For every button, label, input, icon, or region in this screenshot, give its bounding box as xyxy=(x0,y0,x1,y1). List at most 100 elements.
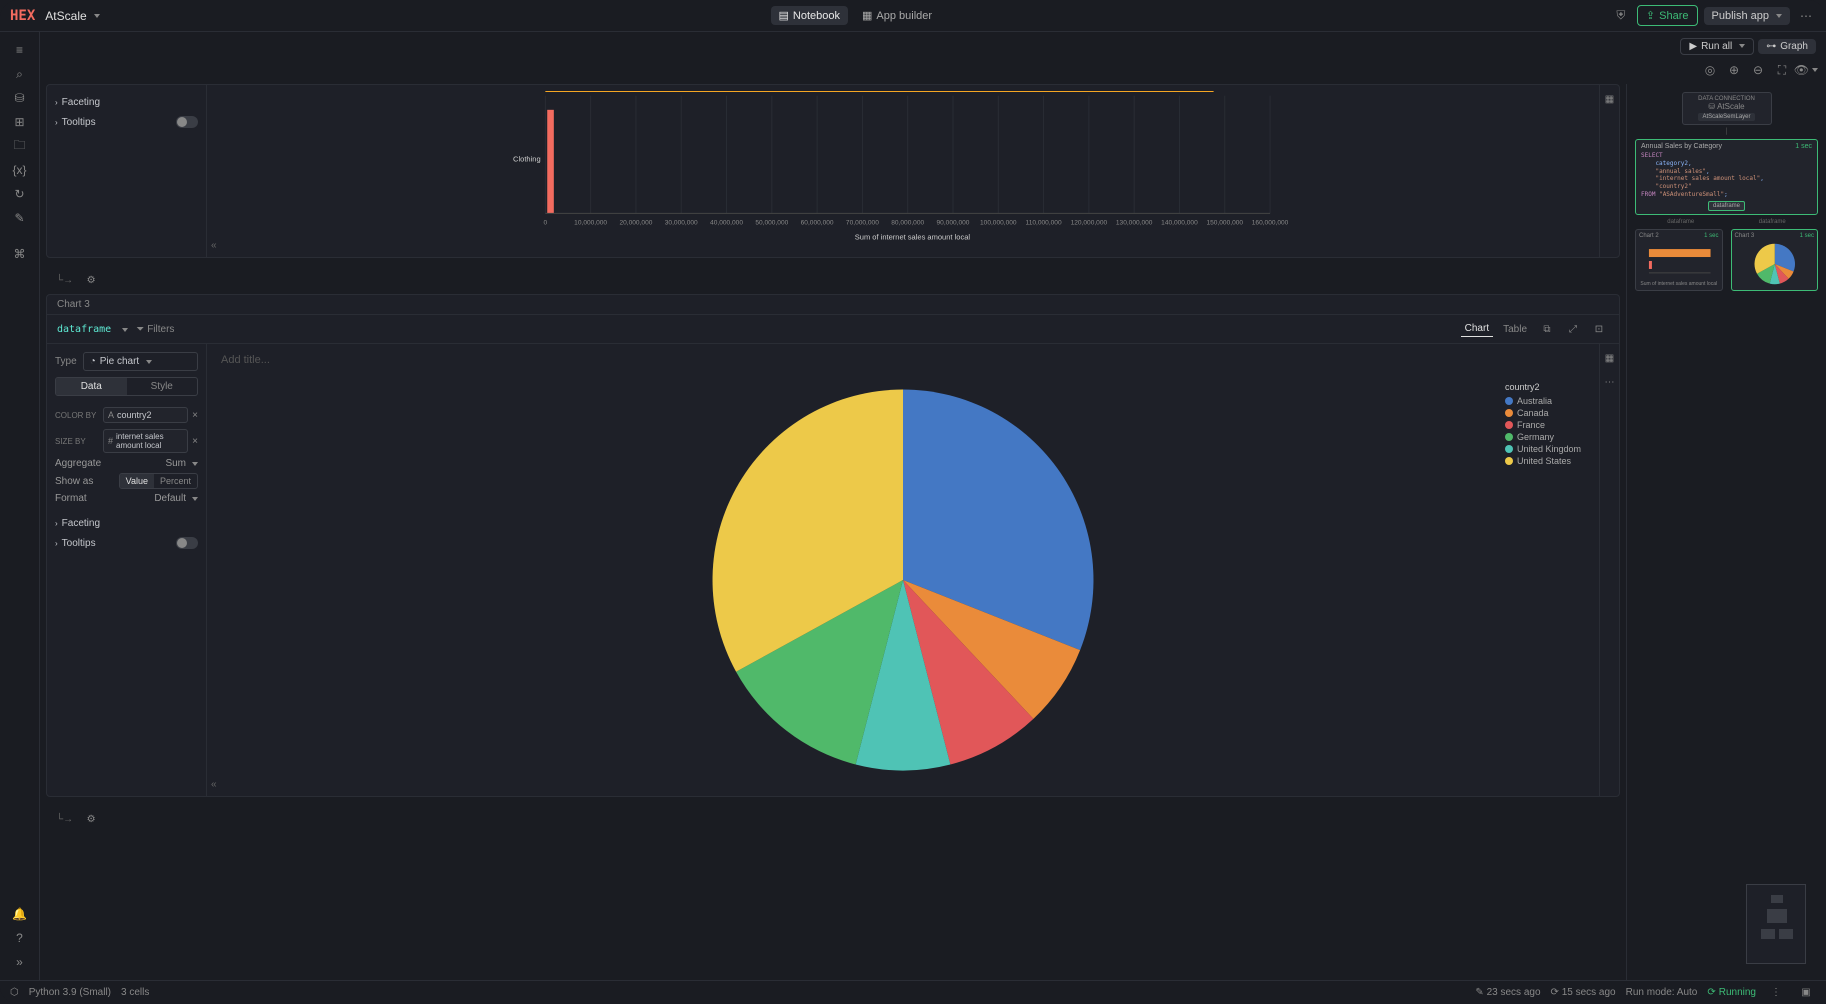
status-expand-icon[interactable]: ▣ xyxy=(1796,983,1816,1003)
expand-icon[interactable]: ⤢ xyxy=(1563,319,1583,339)
chevron-right-icon: › xyxy=(55,539,58,548)
svg-text:90,000,000: 90,000,000 xyxy=(937,220,970,227)
outline-icon[interactable]: ≡ xyxy=(10,40,30,60)
legend-label: Canada xyxy=(1517,408,1549,418)
status-more-icon[interactable]: ⋮ xyxy=(1766,983,1786,1003)
add-title-input[interactable]: Add title... xyxy=(213,350,1593,370)
aggregate-selector[interactable]: Sum xyxy=(165,458,198,469)
svg-text:40,000,000: 40,000,000 xyxy=(710,220,743,227)
filters-label: Filters xyxy=(147,324,174,335)
text-type-icon: A xyxy=(108,410,114,420)
cells-count: 3 cells xyxy=(121,987,149,998)
pie-faceting-toggle[interactable]: › Faceting xyxy=(55,514,198,533)
pie-chart-svg xyxy=(703,380,1103,780)
schema-icon[interactable]: ⊞ xyxy=(10,112,30,132)
cell-layout-icon[interactable]: ▦ xyxy=(1600,348,1620,368)
chevron-down-icon[interactable] xyxy=(119,325,128,334)
sql-node[interactable]: Annual Sales by Category 1 sec SELECT ca… xyxy=(1635,139,1818,215)
cell-more-icon[interactable]: ⋯ xyxy=(1600,372,1620,392)
target-icon[interactable]: ◎ xyxy=(1700,60,1720,80)
cell-separator-2: └→ ⚙ xyxy=(46,805,1620,833)
fullscreen-icon[interactable]: ⛶ xyxy=(1772,60,1792,80)
filters-button[interactable]: ⏷ Filters xyxy=(136,324,174,335)
sql-preview: SELECT category2, "annual sales", "inter… xyxy=(1641,152,1812,199)
pie-tooltips-row[interactable]: › Tooltips xyxy=(55,533,198,553)
files-icon[interactable]: 🗀 xyxy=(10,136,30,156)
app-builder-label: App builder xyxy=(876,10,932,22)
collapse-handle-2[interactable]: « xyxy=(211,779,217,790)
legend-swatch xyxy=(1505,421,1513,429)
publish-button[interactable]: Publish app xyxy=(1704,7,1791,25)
color-by-field[interactable]: A country2 xyxy=(103,407,188,423)
number-type-icon: # xyxy=(108,436,113,446)
aggregate-label: Aggregate xyxy=(55,458,101,469)
chart-tab[interactable]: Chart xyxy=(1461,321,1493,337)
chart2-node[interactable]: Chart 21 sec Sum of internet sales amoun… xyxy=(1635,229,1723,291)
zoom-out-icon[interactable]: ⊖ xyxy=(1748,60,1768,80)
cell-layout-icon[interactable]: ▦ xyxy=(1600,89,1620,109)
notifications-icon[interactable]: 🔔 xyxy=(10,904,30,924)
legend-label: Australia xyxy=(1517,396,1552,406)
bar-chart-area: Clothing 010,000,00020,000,00030,000,000… xyxy=(207,85,1599,257)
legend-item[interactable]: Germany xyxy=(1505,431,1581,443)
popout-icon[interactable]: ⊡ xyxy=(1589,319,1609,339)
visibility-icon[interactable]: 👁 xyxy=(1796,60,1816,80)
shield-icon[interactable]: ⛨ xyxy=(1611,6,1631,26)
table-tab[interactable]: Table xyxy=(1499,322,1531,337)
svg-text:Sum of internet sales amount l: Sum of internet sales amount local xyxy=(855,233,971,242)
collapse-handle[interactable]: « xyxy=(211,240,217,251)
data-icon[interactable]: ⛁ xyxy=(10,88,30,108)
kernel-label[interactable]: Python 3.9 (Small) xyxy=(29,987,111,998)
percent-option[interactable]: Percent xyxy=(154,474,197,488)
more-icon[interactable]: ⋯ xyxy=(1796,6,1816,26)
size-by-field[interactable]: # internet sales amount local xyxy=(103,429,188,453)
share-button[interactable]: ⇪ Share xyxy=(1637,5,1698,26)
copy-icon[interactable]: ⧉ xyxy=(1537,319,1557,339)
app-builder-mode-button[interactable]: ▦ App builder xyxy=(854,6,940,25)
data-tab[interactable]: Data xyxy=(56,378,127,395)
settings-icon-2[interactable]: ⚙ xyxy=(81,809,101,829)
dataframe-label[interactable]: dataframe xyxy=(57,324,111,335)
value-option[interactable]: Value xyxy=(120,474,154,488)
svg-text:160,000,000: 160,000,000 xyxy=(1252,220,1289,227)
svg-text:100,000,000: 100,000,000 xyxy=(980,220,1017,227)
notebook-mode-button[interactable]: ▤ Notebook xyxy=(771,6,849,25)
format-selector[interactable]: Default xyxy=(154,493,198,504)
data-connection-node[interactable]: DATA CONNECTION ⛁ AtScale AtScaleSemLaye… xyxy=(1682,92,1772,125)
legend-item[interactable]: France xyxy=(1505,419,1581,431)
svg-text:70,000,000: 70,000,000 xyxy=(846,220,879,227)
comments-icon[interactable]: ✎ xyxy=(10,208,30,228)
graph-label: Graph xyxy=(1780,41,1808,52)
keyboard-icon[interactable]: ⌘ xyxy=(10,244,30,264)
graph-view-button[interactable]: ⊶ Graph xyxy=(1758,39,1816,54)
faceting-toggle[interactable]: › Faceting xyxy=(55,93,198,112)
style-tab[interactable]: Style xyxy=(127,378,198,395)
color-by-value: country2 xyxy=(117,410,152,420)
help-icon[interactable]: ? xyxy=(10,928,30,948)
variables-icon[interactable]: {x} xyxy=(10,160,30,180)
chart3-node[interactable]: Chart 31 sec xyxy=(1731,229,1819,291)
minimap[interactable] xyxy=(1746,884,1806,964)
legend-item[interactable]: United States xyxy=(1505,455,1581,467)
pie-config-panel: Type ◔ Pie chart Data Style xyxy=(47,344,207,796)
show-as-segmented[interactable]: Value Percent xyxy=(119,473,198,489)
clear-color-by-icon[interactable]: × xyxy=(192,410,198,421)
project-selector[interactable]: AtScale xyxy=(45,9,99,23)
search-icon[interactable]: ⌕ xyxy=(10,64,30,84)
history-icon[interactable]: ↻ xyxy=(10,184,30,204)
legend-item[interactable]: Canada xyxy=(1505,407,1581,419)
zoom-in-icon[interactable]: ⊕ xyxy=(1724,60,1744,80)
chart-type-selector[interactable]: ◔ Pie chart xyxy=(83,352,198,371)
tooltips-label: Tooltips xyxy=(62,117,96,128)
legend-item[interactable]: United Kingdom xyxy=(1505,443,1581,455)
running-status[interactable]: ⟳ Running xyxy=(1707,987,1756,998)
expand-rail-icon[interactable]: » xyxy=(10,952,30,972)
legend-item[interactable]: Australia xyxy=(1505,395,1581,407)
clear-size-by-icon[interactable]: × xyxy=(192,436,198,447)
pie-tooltips-toggle[interactable] xyxy=(176,537,198,549)
tooltips-toggle[interactable] xyxy=(176,116,198,128)
run-all-button[interactable]: ▶ Run all xyxy=(1680,38,1754,55)
run-mode[interactable]: Run mode: Auto xyxy=(1626,987,1698,998)
settings-icon[interactable]: ⚙ xyxy=(81,270,101,290)
tooltips-row[interactable]: › Tooltips xyxy=(55,112,198,132)
